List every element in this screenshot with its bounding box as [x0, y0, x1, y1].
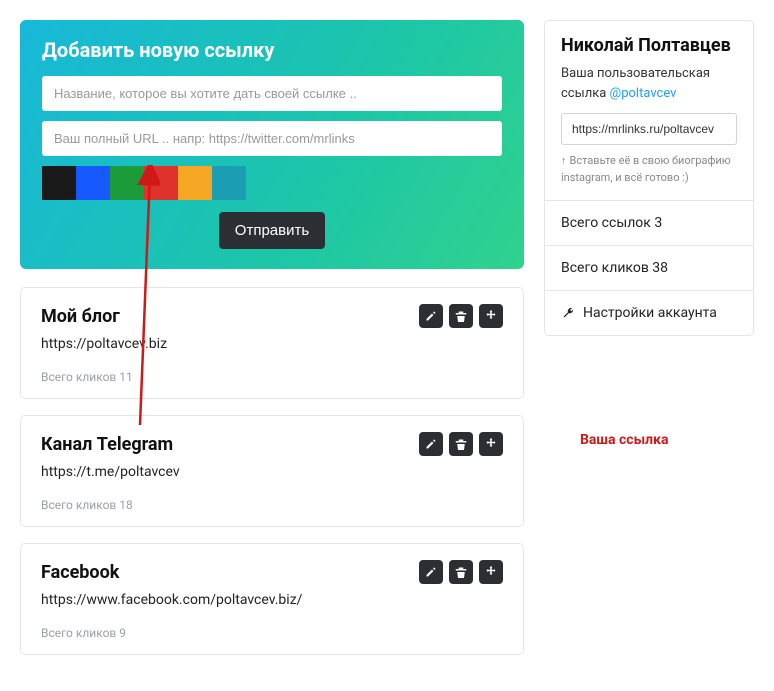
account-settings-link[interactable]: Настройки аккаунта [561, 305, 737, 321]
profile-handle[interactable]: @poltavcev [610, 86, 677, 101]
profile-hint: ↑Вставьте её в свою биографию instagram,… [561, 153, 737, 186]
link-clicks: Всего кликов 9 [41, 626, 503, 640]
profile-subtitle: Ваша пользовательская ссылка @poltavcev [561, 64, 737, 103]
link-card: Мой блог https://poltavcev.biz Всего кли… [20, 287, 524, 399]
color-swatch-blue[interactable] [76, 166, 110, 200]
link-url: https://poltavcev.biz [41, 336, 503, 352]
link-url-input[interactable] [42, 121, 502, 156]
profile-card: Николай Полтавцев Ваша пользовательская … [544, 20, 754, 336]
link-clicks: Всего кликов 11 [41, 370, 503, 384]
color-swatch-black[interactable] [42, 166, 76, 200]
move-icon[interactable] [479, 432, 503, 456]
delete-icon[interactable] [449, 304, 473, 328]
link-url: https://www.facebook.com/poltavcev.biz/ [41, 592, 503, 608]
color-swatch-orange[interactable] [178, 166, 212, 200]
edit-icon[interactable] [419, 432, 443, 456]
link-name-input[interactable] [42, 76, 502, 111]
delete-icon[interactable] [449, 560, 473, 584]
color-swatch-red[interactable] [144, 166, 178, 200]
move-icon[interactable] [479, 304, 503, 328]
link-clicks: Всего кликов 18 [41, 498, 503, 512]
edit-icon[interactable] [419, 560, 443, 584]
total-links-stat: Всего ссылок 3 [561, 215, 737, 231]
edit-icon[interactable] [419, 304, 443, 328]
wrench-icon [561, 306, 575, 320]
color-picker [42, 166, 502, 200]
link-title: Канал Telegram [41, 434, 173, 455]
link-title: Facebook [41, 562, 119, 583]
link-card: Facebook https://www.facebook.com/poltav… [20, 543, 524, 655]
total-clicks-stat: Всего кликов 38 [561, 260, 737, 276]
add-link-card: Добавить новую ссылку Отправить [20, 20, 524, 269]
delete-icon[interactable] [449, 432, 473, 456]
link-card: Канал Telegram https://t.me/poltavcev Вс… [20, 415, 524, 527]
link-title: Мой блог [41, 306, 120, 327]
color-swatch-teal[interactable] [212, 166, 246, 200]
move-icon[interactable] [479, 560, 503, 584]
profile-name: Николай Полтавцев [561, 35, 737, 56]
profile-link-input[interactable] [561, 113, 737, 145]
color-swatch-green[interactable] [110, 166, 144, 200]
annotation-label: Ваша ссылка [580, 432, 668, 448]
submit-button[interactable]: Отправить [219, 212, 325, 249]
arrow-up-icon: ↑ [561, 154, 567, 167]
link-url: https://t.me/poltavcev [41, 464, 503, 480]
settings-label: Настройки аккаунта [583, 305, 717, 321]
add-link-title: Добавить новую ссылку [42, 38, 502, 62]
